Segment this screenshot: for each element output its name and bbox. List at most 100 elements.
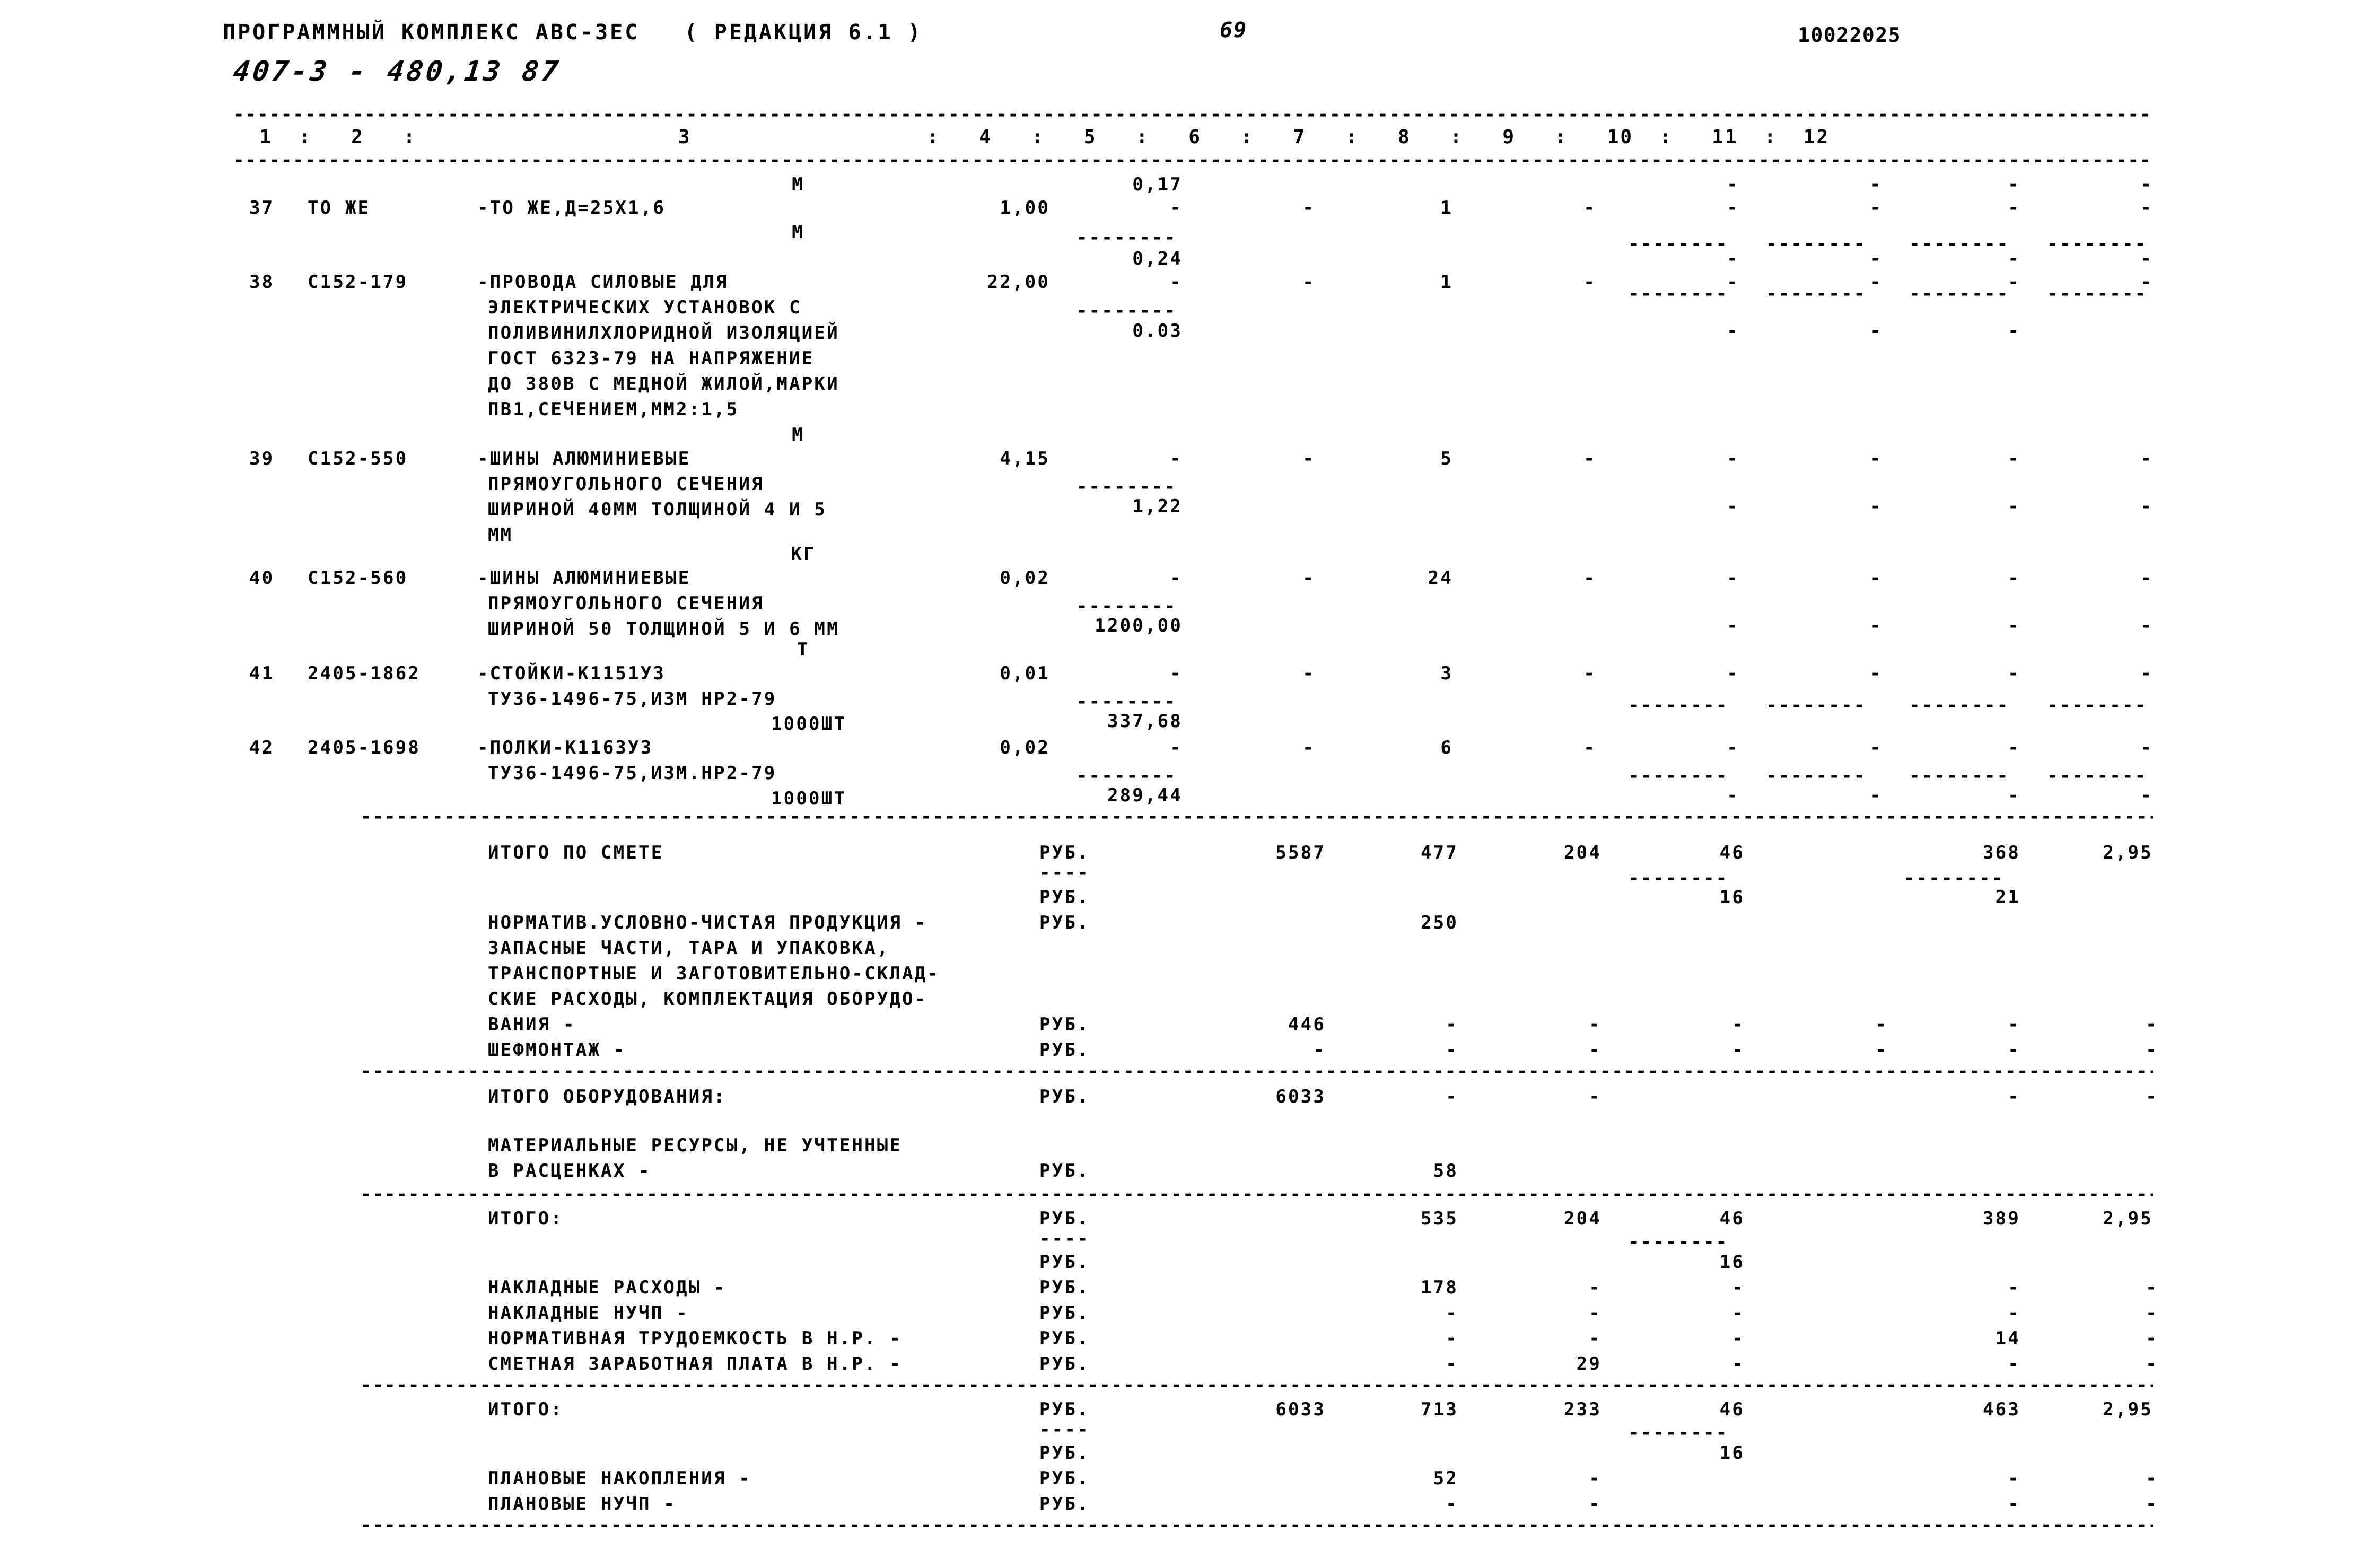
summary-col7: 535: [1420, 1208, 1458, 1229]
program-title: ПРОГРАММНЫЙ КОМПЛЕКС АВС-ЗЕС ( РЕДАКЦИЯ …: [223, 20, 923, 45]
item-col10: -: [1870, 663, 1883, 684]
item-description: -СТОЙКИ-К1151У3: [477, 663, 666, 684]
item-col5-under: 289,44: [1107, 785, 1183, 806]
summary-col7: -: [1446, 1302, 1458, 1324]
item-col9-under: -: [1727, 496, 1739, 517]
col9-underline: --------: [1628, 695, 1729, 716]
item-unit-repeat: М: [792, 222, 804, 243]
summary-unit-second: РУБ.: [1039, 1252, 1090, 1273]
handwritten-reference: 407-3 - 480,13 87: [231, 56, 563, 88]
summary-col9: -: [1732, 1014, 1745, 1035]
summary-label-planovye-nakopleniya: ПЛАНОВЫЕ НАКОПЛЕНИЯ -: [488, 1468, 752, 1489]
summary-col11: 463: [1982, 1399, 2020, 1420]
summary-col12: 2,95: [2103, 1399, 2153, 1420]
item-col11-under: -: [2008, 496, 2020, 517]
rule-bottom: ----------------------------------------…: [361, 1515, 2153, 1536]
unit-underline: ----: [1039, 1228, 1090, 1249]
summary-col12: 2,95: [2103, 1208, 2153, 1229]
item-code: С152-560: [308, 567, 408, 589]
col5-underline: --------: [1077, 476, 1177, 497]
item-col9: -: [1727, 567, 1739, 589]
rule-before-summary: ----------------------------------------…: [361, 806, 2153, 827]
document-page: ПРОГРАММНЫЙ КОМПЛЕКС АВС-ЗЕС ( РЕДАКЦИЯ …: [0, 0, 2380, 1566]
summary-col10: -: [1875, 1039, 1888, 1061]
item-col11: -: [2008, 197, 2020, 218]
item-col11: -: [2008, 567, 2020, 589]
item-col8: -: [1583, 448, 1596, 469]
item-col12: -: [2140, 737, 2153, 758]
item-col8: -: [1583, 197, 1596, 218]
summary-col12: -: [2146, 1353, 2158, 1375]
item-col6: -: [1302, 663, 1315, 684]
item-col11-under: -: [2008, 785, 2020, 806]
page-number: 69: [1220, 18, 1248, 42]
item-col12-under: -: [2140, 785, 2153, 806]
summary-col8: -: [1589, 1014, 1602, 1035]
item-col9-top: -: [1727, 248, 1739, 269]
summary-col11: 368: [1982, 842, 2020, 863]
col11-underline: --------: [1909, 695, 2010, 716]
rule-top: ----------------------------------------…: [233, 104, 2153, 125]
summary-col9-second: 16: [1719, 1442, 1745, 1464]
summary-col9-second: 16: [1719, 887, 1745, 908]
col9-underline: --------: [1628, 283, 1729, 304]
col12-underline: --------: [2047, 695, 2148, 716]
item-col10-top: -: [1870, 174, 1883, 195]
summary-col11-second: 21: [1995, 887, 2020, 908]
item-description-line: ДО 380В С МЕДНОЙ ЖИЛОЙ,МАРКИ: [488, 373, 839, 395]
summary-col9: -: [1732, 1302, 1745, 1324]
summary-unit: РУБ.: [1039, 1302, 1090, 1324]
item-description: -ПОЛКИ-К1163У3: [477, 737, 653, 758]
col5-underline: --------: [1077, 300, 1177, 321]
summary-unit: РУБ.: [1039, 1208, 1090, 1229]
item-description: -ТО ЖЕ,Д=25Х1,6: [477, 197, 666, 218]
item-col5: -: [1170, 567, 1183, 589]
col10-underline: --------: [1766, 283, 1867, 304]
item-description: -ШИНЫ АЛЮМИНИЕВЫЕ: [477, 567, 691, 589]
item-col10-under: -: [1870, 615, 1883, 636]
summary-col8: 29: [1576, 1353, 1602, 1375]
summary-col9: 46: [1719, 1208, 1745, 1229]
col5-underline: --------: [1077, 227, 1177, 248]
item-col9: -: [1727, 737, 1739, 758]
item-col6: -: [1302, 448, 1315, 469]
item-description: -ПРОВОДА СИЛОВЫЕ ДЛЯ: [477, 272, 729, 293]
item-col11-top: -: [2008, 248, 2020, 269]
summary-col11: -: [2008, 1302, 2020, 1324]
item-col9-under: -: [1727, 785, 1739, 806]
rule-before-itogo1: ----------------------------------------…: [361, 1184, 2153, 1205]
summary-col12: -: [2146, 1014, 2158, 1035]
item-col11-under: -: [2008, 615, 2020, 636]
item-description-line: ШИРИНОЙ 50 ТОЛЩИНОЙ 5 И 6 ММ: [488, 618, 839, 640]
item-col5-under: 337,68: [1107, 711, 1183, 732]
summary-label-normativnaya-trudoemkost: НОРМАТИВНАЯ ТРУДОЕМКОСТЬ В Н.Р. -: [488, 1328, 903, 1349]
item-col5: -: [1170, 663, 1183, 684]
item-col11-under: -: [2008, 320, 2020, 342]
summary-col8: -: [1589, 1468, 1602, 1489]
column-header-row: 1 : 2 : 3 : 4 : 5 : 6 : 7 : 8 : 9 : 10 :…: [233, 126, 1830, 148]
summary-unit: РУБ.: [1039, 1353, 1090, 1375]
col9-underline: --------: [1628, 1422, 1729, 1443]
item-code: С152-550: [308, 448, 408, 469]
summary-col11: -: [2008, 1493, 2020, 1515]
summary-col11: 14: [1995, 1328, 2020, 1349]
item-description-line: ГОСТ 6323-79 НА НАПРЯЖЕНИЕ: [488, 348, 815, 369]
item-number: 42: [249, 737, 275, 758]
summary-label-smetnaya-zarplata: СМЕТНАЯ ЗАРАБОТНАЯ ПЛАТА В Н.Р. -: [488, 1353, 903, 1375]
summary-col7: 52: [1433, 1468, 1458, 1489]
summary-label-nakladnye-raskhody: НАКЛАДНЫЕ РАСХОДЫ -: [488, 1277, 727, 1298]
item-col10-top: -: [1870, 248, 1883, 269]
summary-label-vaniya: ВАНИЯ -: [488, 1014, 576, 1035]
summary-col7: -: [1446, 1086, 1458, 1107]
summary-col9: 46: [1719, 1399, 1745, 1420]
item-description-line: ТУ36-1496-75,ИЗМ НР2-79: [488, 688, 777, 710]
item-description-line: ПРЯМОУГОЛЬНОГО СЕЧЕНИЯ: [488, 593, 764, 614]
summary-col8: -: [1589, 1302, 1602, 1324]
item-col5: -: [1170, 737, 1183, 758]
summary-unit: РУБ.: [1039, 1493, 1090, 1515]
item-col10: -: [1870, 567, 1883, 589]
summary-unit: РУБ.: [1039, 1468, 1090, 1489]
summary-col7: 713: [1420, 1399, 1458, 1420]
rule-before-itogo2: ----------------------------------------…: [361, 1375, 2153, 1396]
item-code: 2405-1862: [308, 663, 421, 684]
